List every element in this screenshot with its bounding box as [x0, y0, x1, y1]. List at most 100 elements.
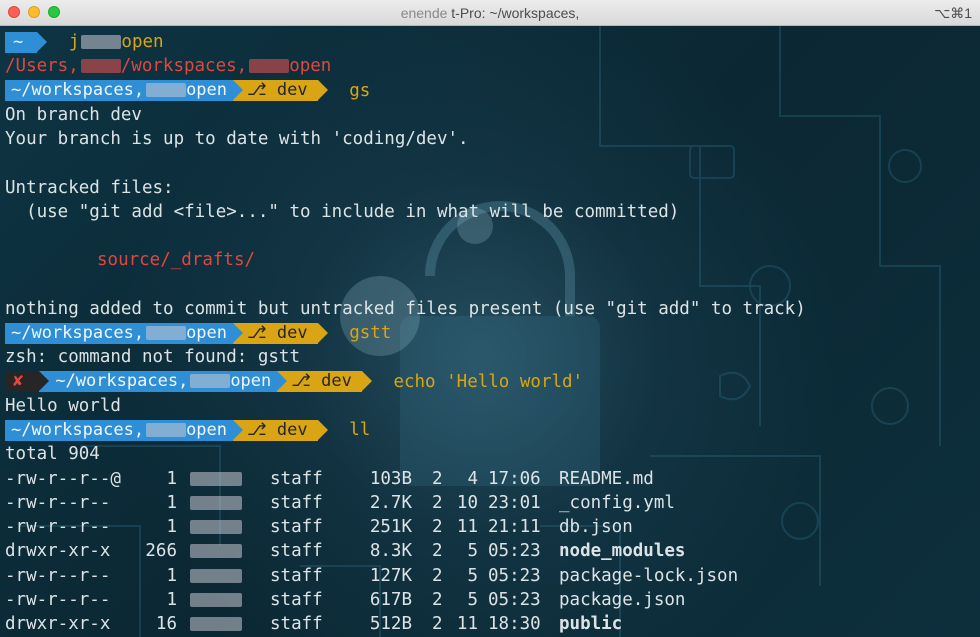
- redacted-text: [81, 35, 122, 49]
- prompt-git-segment: ⎇ dev: [233, 80, 328, 101]
- prompt-line-17: ~/workspaces, open ⎇ dev ll: [0, 418, 980, 442]
- terminal-view[interactable]: ~ j open /Users, /workspaces, open ~/worksp…: [0, 26, 980, 637]
- output-line: Your branch is up to date with 'coding/d…: [5, 129, 469, 149]
- listing-links: 16: [155, 614, 177, 634]
- listing-row: drwxr-xr-x 266 staff 8.3K 2 5 05:23 node_module…: [0, 539, 980, 563]
- prompt-line-1: ~ j open: [0, 30, 980, 54]
- listing-name: README.md: [559, 468, 654, 489]
- output-line: (use "git add <file>..." to include in w…: [5, 201, 680, 222]
- listing-links: 1: [166, 468, 177, 489]
- prompt-line-3: ~/workspaces, open ⎇ dev gs: [0, 79, 980, 103]
- prompt-git-segment: ⎇ dev: [233, 419, 328, 441]
- output-line: On branch dev: [5, 104, 142, 125]
- redacted-text: [146, 422, 187, 437]
- command-text: gstt: [349, 323, 392, 343]
- path-text: ~/workspaces,: [55, 371, 189, 391]
- terminal-output: ~ j open /Users, /workspaces, open ~/worksp…: [0, 30, 980, 636]
- redacted-text: [146, 83, 187, 97]
- listing-links: 1: [166, 589, 177, 610]
- command-text-tail: open: [121, 32, 164, 52]
- prompt-path-segment: ~/workspaces, open: [5, 322, 244, 344]
- listing-name: node_modules: [559, 541, 686, 562]
- branch-name: dev: [276, 80, 308, 100]
- branch-icon: ⎇: [247, 419, 267, 440]
- branch-icon: ⎇: [247, 322, 267, 343]
- output-line: total 904: [5, 444, 100, 465]
- path-tail-text: open: [186, 80, 228, 100]
- redacted-text: [146, 325, 187, 340]
- branch-icon: ⎇: [247, 80, 267, 100]
- untracked-file-line: source/_drafts/: [0, 248, 980, 272]
- terminal-window: enende t-Pro: ~/workspaces, ⌥⌘1 ~ j open…: [0, 0, 980, 637]
- listing-row: -rw-r--r-- 1 staff 617B 2 5 05:23 package.json: [0, 588, 980, 612]
- path-part: /workspaces,: [120, 56, 248, 77]
- path-part: /Users,: [5, 56, 79, 77]
- listing-name: db.json: [559, 517, 633, 537]
- listing-time: 18:30: [488, 614, 541, 634]
- listing-row: -rw-r--r-- 1 staff 127K 2 5 05:23 package-lock.…: [0, 564, 980, 588]
- branch-name: dev: [276, 322, 308, 343]
- branch-name: dev: [276, 419, 308, 440]
- command-text: ll: [349, 420, 371, 440]
- command-text: echo 'Hello world': [393, 371, 584, 392]
- output-line: Untracked files:: [5, 177, 174, 198]
- listing-day: 5: [467, 541, 478, 562]
- redacted-text: [80, 59, 121, 74]
- listing-row: -rw-r--r-- 1 staff 2.7K 2 10 23:01 _config.yml: [0, 491, 980, 515]
- command-text: gs: [349, 80, 371, 101]
- listing-time: 05:23: [488, 541, 541, 562]
- prompt-error-segment: ✘: [5, 371, 50, 392]
- listing-links: 266: [145, 541, 177, 562]
- output-line: Hello world: [5, 395, 121, 416]
- listing-day: 10: [456, 492, 478, 513]
- listing-name: public: [559, 614, 623, 634]
- listing-time: 05:23: [488, 565, 541, 586]
- path-text: ~/workspaces,: [11, 80, 145, 100]
- window-title-main: t-Pro: ~/workspaces,: [451, 5, 580, 21]
- prompt-line-13: ~/workspaces, open ⎇ dev gstt: [0, 321, 980, 345]
- listing-links: 1: [166, 517, 177, 537]
- listing-name: _config.yml: [559, 492, 675, 513]
- redacted-text: [190, 374, 231, 388]
- prompt-git-segment: ⎇ dev: [233, 322, 328, 344]
- window-title: enende t-Pro: ~/workspaces,: [0, 5, 980, 21]
- listing-name: package-lock.json: [559, 565, 739, 586]
- listing-time: 17:06: [488, 468, 541, 489]
- listing-day: 5: [467, 589, 478, 610]
- output-line-2: /Users, /workspaces, open: [0, 54, 980, 78]
- path-tail-text: open: [186, 419, 228, 440]
- untracked-file: source/_drafts/: [97, 250, 256, 271]
- listing-row: -rw-r--r--@ 1 staff 103B 2 4 17:06 README.md: [0, 467, 980, 491]
- listing-name: package.json: [559, 589, 686, 610]
- branch-icon: ⎇: [291, 371, 311, 391]
- file-listing: -rw-r--r--@ 1 staff 103B 2 4 17:06 README.md -rw…: [0, 467, 980, 637]
- listing-day: 5: [467, 565, 478, 586]
- listing-row: -rw-r--r-- 1 staff 251K 2 11 21:11 db.json: [0, 515, 980, 539]
- redacted-text: [249, 59, 290, 74]
- command-text: j: [68, 32, 80, 52]
- prompt-path-segment: ~/workspaces, open: [5, 419, 244, 441]
- prompt-git-segment: ⎇ dev: [277, 371, 372, 392]
- path-text: ~/workspaces,: [11, 322, 145, 343]
- title-bar[interactable]: enende t-Pro: ~/workspaces, ⌥⌘1: [0, 0, 980, 26]
- path-tail-text: open: [230, 371, 272, 391]
- listing-links: 1: [166, 565, 177, 586]
- listing-time: 05:23: [488, 589, 541, 610]
- listing-time: 21:11: [488, 517, 541, 537]
- prompt-home-segment: ~: [5, 31, 48, 53]
- path-tail-text: open: [186, 322, 228, 343]
- prompt-path-segment: ~/workspaces, open: [39, 371, 288, 392]
- prompt-path-segment: ~/workspaces, open: [5, 80, 244, 101]
- window-shortcut: ⌥⌘1: [934, 5, 972, 21]
- listing-row: drwxr-xr-x 16 staff 512B 2 11 18:30 public: [0, 612, 980, 636]
- output-line: nothing added to commit but untracked fi…: [5, 298, 806, 319]
- error-x-icon: ✘: [13, 371, 24, 391]
- listing-day: 11: [456, 517, 478, 537]
- path-text: ~/workspaces,: [11, 419, 145, 440]
- output-line: zsh: command not found: gstt: [5, 347, 301, 368]
- listing-day: 11: [456, 614, 478, 634]
- branch-name: dev: [321, 371, 352, 391]
